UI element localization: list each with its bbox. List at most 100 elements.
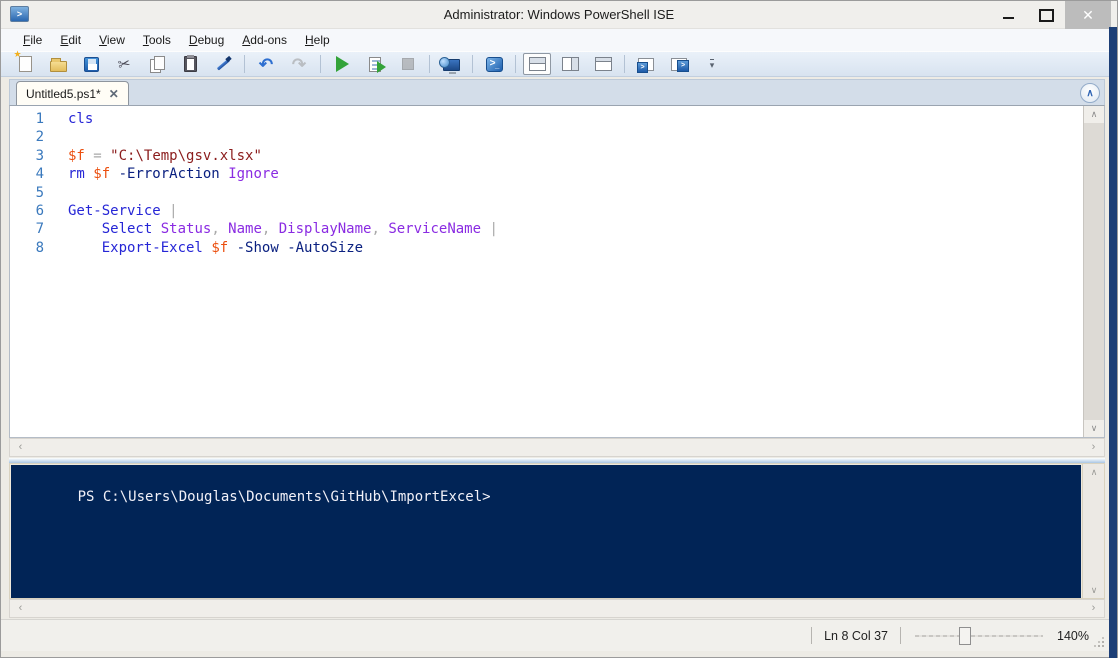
scroll-down-icon[interactable]: ∨ bbox=[1085, 582, 1103, 598]
toolbar-separator bbox=[472, 55, 473, 73]
cursor-position: Ln 8 Col 37 bbox=[824, 629, 888, 643]
open-script-button[interactable] bbox=[44, 53, 72, 75]
show-script-pane-right-button[interactable] bbox=[556, 53, 584, 75]
powershell-window-left-button[interactable] bbox=[632, 53, 660, 75]
new-script-icon bbox=[19, 56, 32, 72]
scroll-right-icon[interactable]: › bbox=[1085, 439, 1102, 456]
line-number: 3 bbox=[10, 147, 68, 165]
code-line: 8 Export-Excel $f -Show -AutoSize bbox=[10, 239, 1082, 257]
close-button[interactable]: ✕ bbox=[1065, 1, 1111, 29]
scroll-down-icon[interactable]: ∨ bbox=[1084, 420, 1104, 437]
code-line: 3$f = "C:\Temp\gsv.xlsx" bbox=[10, 147, 1082, 165]
stop-operation-button bbox=[394, 53, 422, 75]
console-horizontal-scrollbar[interactable]: ‹ › bbox=[9, 599, 1105, 618]
editor-vertical-scrollbar[interactable]: ∧ ∨ bbox=[1083, 106, 1104, 437]
zoom-slider-thumb[interactable] bbox=[959, 627, 971, 645]
menu-view[interactable]: View bbox=[90, 31, 134, 49]
run-script-icon bbox=[336, 56, 349, 72]
menu-debug[interactable]: Debug bbox=[180, 31, 233, 49]
window-right-border bbox=[1109, 27, 1117, 658]
run-script-button[interactable] bbox=[328, 53, 356, 75]
menu-tools[interactable]: Tools bbox=[134, 31, 180, 49]
menu-bar: FileEditViewToolsDebugAdd-onsHelp bbox=[1, 29, 1117, 51]
powershell-window-right-button[interactable] bbox=[665, 53, 693, 75]
copy-icon bbox=[149, 56, 165, 72]
zoom-slider-track[interactable] bbox=[915, 635, 1043, 637]
line-number: 7 bbox=[10, 220, 68, 238]
code-text: Get-Service | bbox=[68, 202, 178, 220]
paste-icon bbox=[184, 56, 197, 72]
show-script-pane-maximized-icon bbox=[595, 57, 612, 71]
scroll-right-icon[interactable]: › bbox=[1085, 600, 1102, 617]
redo-icon: ↷ bbox=[292, 56, 306, 73]
maximize-button[interactable] bbox=[1027, 1, 1065, 29]
save-button[interactable] bbox=[77, 53, 105, 75]
line-number: 1 bbox=[10, 110, 68, 128]
run-selection-icon bbox=[369, 57, 381, 72]
stop-operation-icon bbox=[402, 58, 414, 70]
clear-console-icon bbox=[214, 55, 232, 73]
window-controls: ✕ bbox=[989, 1, 1111, 29]
code-text: cls bbox=[68, 110, 93, 128]
scroll-up-icon[interactable]: ∧ bbox=[1084, 106, 1104, 123]
code-text: $f = "C:\Temp\gsv.xlsx" bbox=[68, 147, 262, 165]
tab-label: Untitled5.ps1* bbox=[26, 87, 101, 101]
toolbar: ✂ ↶ ↷ ▾ bbox=[1, 51, 1117, 77]
console-pane-wrap: PS C:\Users\Douglas\Documents\GitHub\Imp… bbox=[9, 463, 1105, 599]
powershell-window-left-icon bbox=[638, 58, 654, 71]
script-editor-pane[interactable]: 1cls23$f = "C:\Temp\gsv.xlsx"4rm $f -Err… bbox=[9, 105, 1105, 438]
console-pane[interactable]: PS C:\Users\Douglas\Documents\GitHub\Imp… bbox=[11, 465, 1081, 598]
code-text: rm $f -ErrorAction Ignore bbox=[68, 165, 279, 183]
new-remote-powershell-tab-button[interactable] bbox=[437, 53, 465, 75]
clear-console-button[interactable] bbox=[209, 53, 237, 75]
cut-icon: ✂ bbox=[116, 56, 131, 73]
code-lines: 1cls23$f = "C:\Temp\gsv.xlsx"4rm $f -Err… bbox=[10, 110, 1082, 437]
redo-button: ↷ bbox=[285, 53, 313, 75]
toolbar-overflow-icon: ▾ bbox=[710, 59, 715, 70]
toolbar-overflow-button[interactable]: ▾ bbox=[698, 53, 726, 75]
code-line: 1cls bbox=[10, 110, 1082, 128]
editor-horizontal-scrollbar[interactable]: ‹ › bbox=[9, 438, 1105, 457]
cut-button[interactable]: ✂ bbox=[110, 53, 138, 75]
title-bar[interactable]: > Administrator: Windows PowerShell ISE … bbox=[1, 1, 1117, 29]
code-line: 6Get-Service | bbox=[10, 202, 1082, 220]
scroll-up-icon[interactable]: ∧ bbox=[1085, 464, 1103, 480]
console-vertical-scrollbar[interactable]: ∧ ∨ bbox=[1082, 464, 1104, 598]
toolbar-separator bbox=[320, 55, 321, 73]
new-script-button[interactable] bbox=[11, 53, 39, 75]
run-selection-button[interactable] bbox=[361, 53, 389, 75]
menu-file[interactable]: File bbox=[14, 31, 51, 49]
line-number: 4 bbox=[10, 165, 68, 183]
paste-button[interactable] bbox=[176, 53, 204, 75]
line-number: 5 bbox=[10, 184, 68, 202]
tab-close-icon[interactable]: ✕ bbox=[109, 87, 119, 101]
menu-addons[interactable]: Add-ons bbox=[233, 31, 296, 49]
scroll-left-icon[interactable]: ‹ bbox=[12, 600, 29, 617]
powershell-ise-window: > Administrator: Windows PowerShell ISE … bbox=[0, 0, 1118, 658]
show-script-pane-maximized-button[interactable] bbox=[589, 53, 617, 75]
window-title: Administrator: Windows PowerShell ISE bbox=[1, 7, 1117, 22]
menu-help[interactable]: Help bbox=[296, 31, 339, 49]
resize-grip-icon[interactable] bbox=[1092, 635, 1104, 647]
toolbar-separator bbox=[515, 55, 516, 73]
scroll-left-icon[interactable]: ‹ bbox=[12, 439, 29, 456]
show-script-pane-top-button[interactable] bbox=[523, 53, 551, 75]
status-bar: Ln 8 Col 37 140% bbox=[1, 619, 1111, 651]
copy-button[interactable] bbox=[143, 53, 171, 75]
menu-edit[interactable]: Edit bbox=[51, 31, 90, 49]
undo-icon: ↶ bbox=[259, 56, 273, 73]
tab-untitled5[interactable]: Untitled5.ps1* ✕ bbox=[16, 81, 129, 106]
minimize-button[interactable] bbox=[989, 1, 1027, 29]
console-prompt: PS C:\Users\Douglas\Documents\GitHub\Imp… bbox=[78, 489, 491, 505]
script-pane-collapse-button[interactable]: ∧ bbox=[1080, 83, 1100, 103]
new-remote-powershell-tab-icon bbox=[443, 59, 460, 71]
undo-button[interactable]: ↶ bbox=[252, 53, 280, 75]
tab-strip: Untitled5.ps1* ✕ ∧ bbox=[9, 79, 1105, 105]
zoom-slider[interactable] bbox=[915, 627, 1043, 645]
code-text: Export-Excel $f -Show -AutoSize bbox=[68, 239, 363, 257]
status-separator bbox=[811, 627, 812, 644]
start-powershell-exe-button[interactable] bbox=[480, 53, 508, 75]
save-icon bbox=[84, 57, 99, 72]
toolbar-separator bbox=[244, 55, 245, 73]
open-script-icon bbox=[50, 61, 67, 72]
